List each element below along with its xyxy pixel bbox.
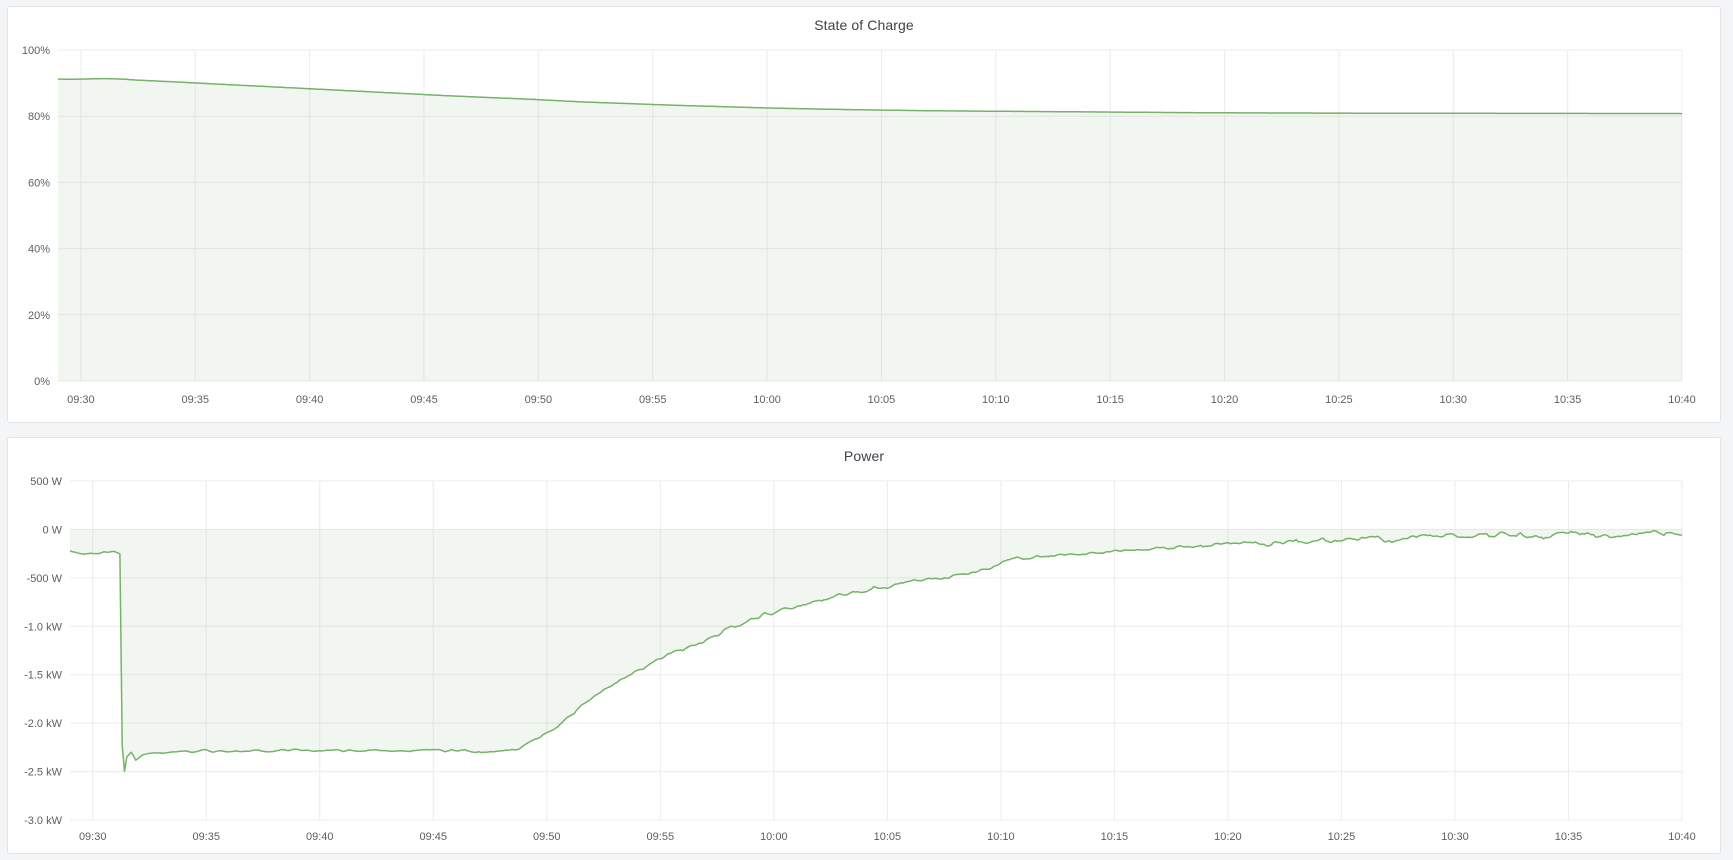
- x-axis-tick-label: 09:30: [79, 831, 107, 843]
- x-axis-tick-label: 10:00: [760, 831, 788, 843]
- x-axis-tick-label: 10:15: [1096, 394, 1124, 406]
- x-axis-tick-label: 10:40: [1668, 394, 1696, 406]
- x-axis-tick-label: 09:35: [192, 831, 220, 843]
- y-axis-tick-label: -2.5 kW: [24, 767, 63, 779]
- x-axis-tick-label: 10:35: [1555, 831, 1583, 843]
- panel-power: Power 500 W 0 W -500 W -1.0 kW -1.5 kW -2.0 k…: [7, 437, 1721, 854]
- series-area: [70, 529, 1682, 771]
- x-axis-tick-label: 10:25: [1328, 831, 1356, 843]
- y-axis-tick-label: -1.5 kW: [24, 670, 63, 682]
- x-axis-tick-label: 09:40: [306, 831, 334, 843]
- y-axis-tick-label: -2.0 kW: [24, 718, 63, 730]
- x-axis-tick-label: 10:15: [1101, 831, 1129, 843]
- panel-title: State of Charge: [8, 17, 1720, 33]
- x-axis-tick-label: 10:40: [1668, 831, 1696, 843]
- x-axis-tick-label: 09:50: [525, 394, 553, 406]
- y-axis-tick-label: 80%: [28, 111, 50, 123]
- y-axis-tick-label: -3.0 kW: [24, 815, 63, 827]
- y-axis-tick-label: 0 W: [42, 524, 62, 536]
- y-axis-tick-label: -1.0 kW: [24, 621, 63, 633]
- x-axis-tick-label: 10:00: [753, 394, 781, 406]
- x-axis-tick-label: 10:35: [1554, 394, 1582, 406]
- y-axis-tick-label: 100%: [22, 45, 50, 57]
- x-axis-tick-label: 10:30: [1440, 394, 1468, 406]
- x-axis-tick-label: 10:05: [874, 831, 902, 843]
- y-axis-tick-label: 0%: [34, 376, 50, 388]
- x-axis-tick-label: 09:45: [420, 831, 448, 843]
- x-axis-tick-label: 10:20: [1211, 394, 1239, 406]
- panel-state-of-charge: State of Charge 100% 80% 60% 40% 20% 0% 09:30 0…: [7, 6, 1721, 423]
- y-axis-tick-label: 40%: [28, 244, 50, 256]
- x-axis-tick-label: 10:10: [987, 831, 1015, 843]
- series-area: [58, 79, 1682, 381]
- x-axis-tick-label: 09:50: [533, 831, 561, 843]
- x-axis-tick-label: 09:45: [410, 394, 438, 406]
- x-axis-tick-label: 10:30: [1441, 831, 1469, 843]
- x-axis-tick-label: 09:30: [67, 394, 95, 406]
- x-axis-tick-label: 09:55: [639, 394, 667, 406]
- state-of-charge-chart[interactable]: 100% 80% 60% 40% 20% 0% 09:30 09:35 09:40 09:45 09…: [8, 7, 1720, 422]
- x-axis-tick-label: 10:10: [982, 394, 1010, 406]
- x-axis-tick-label: 10:25: [1325, 394, 1353, 406]
- panel-title: Power: [8, 448, 1720, 464]
- x-axis-tick-label: 09:55: [647, 831, 675, 843]
- x-axis-tick-label: 10:20: [1214, 831, 1242, 843]
- x-axis-tick-label: 09:40: [296, 394, 324, 406]
- y-axis-tick-label: 60%: [28, 177, 50, 189]
- x-axis-tick-label: 10:05: [868, 394, 896, 406]
- power-chart[interactable]: 500 W 0 W -500 W -1.0 kW -1.5 kW -2.0 kW -2.5 …: [8, 438, 1720, 853]
- y-axis-tick-label: 500 W: [30, 476, 62, 488]
- x-axis-tick-label: 09:35: [181, 394, 209, 406]
- y-axis-tick-label: 20%: [28, 310, 50, 322]
- y-axis-tick-label: -500 W: [27, 573, 63, 585]
